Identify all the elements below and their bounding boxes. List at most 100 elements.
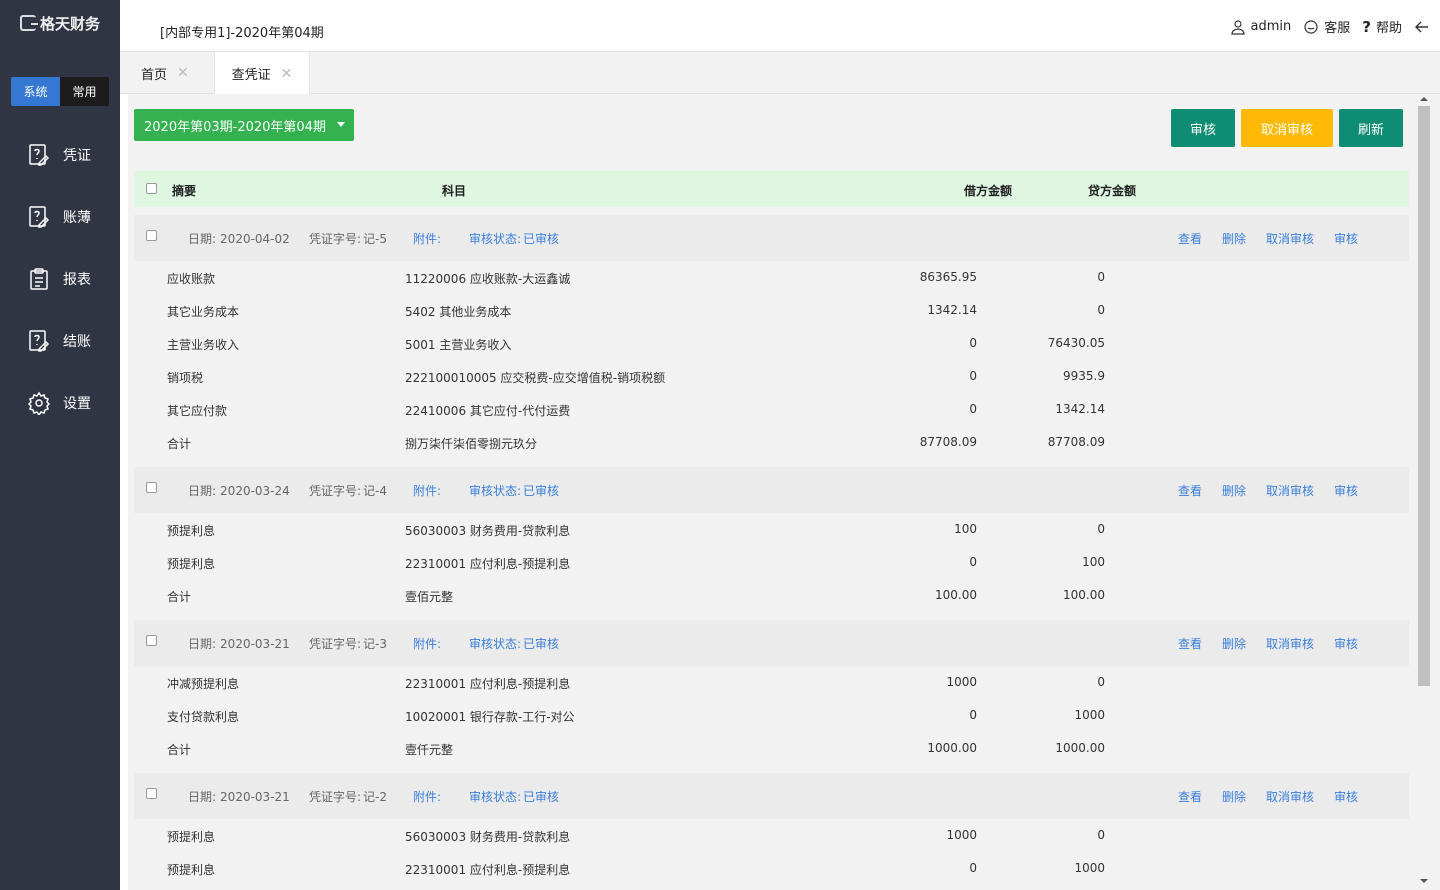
app-logo[interactable]: 格天财务	[20, 12, 100, 34]
entry-debit: 1342.14	[927, 303, 977, 317]
voucher-checkbox[interactable]	[146, 482, 157, 493]
delete-link[interactable]: 删除	[1222, 230, 1246, 247]
tab-view-voucher[interactable]: 查凭证 ✕	[214, 52, 310, 95]
table-row: 销项税 222100010005 应交税费-应交增值税-销项税额 0 9935.9	[134, 360, 1409, 393]
entry-credit: 76430.05	[1047, 336, 1105, 350]
unaudit-link[interactable]: 取消审核	[1266, 635, 1314, 652]
entry-debit: 100.00	[935, 588, 977, 602]
view-link[interactable]: 查看	[1178, 788, 1202, 805]
voucher-header: 日期: 2020-03-24 凭证字号: 记-4 附件: 审核状态: 已审核 查看 删除 取消审核…	[134, 459, 1409, 513]
scroll-up-icon[interactable]	[1420, 97, 1428, 101]
mode-system-button[interactable]: 系统	[11, 77, 60, 106]
delete-link[interactable]: 删除	[1222, 482, 1246, 499]
customer-service-link[interactable]: 客服	[1303, 17, 1350, 36]
unaudit-link[interactable]: 取消审核	[1266, 230, 1314, 247]
mode-common-button[interactable]: 常用	[60, 77, 109, 106]
attachment-link[interactable]: 附件:	[413, 230, 441, 247]
date-label: 日期:	[188, 637, 217, 651]
entry-subject: 壹佰元整	[405, 590, 454, 604]
attachment-link[interactable]: 附件:	[413, 788, 441, 805]
delete-link[interactable]: 删除	[1222, 788, 1246, 805]
select-all-checkbox[interactable]	[146, 183, 157, 194]
col-subject: 科目	[442, 184, 467, 198]
attachment-link[interactable]: 附件:	[413, 482, 441, 499]
period-select[interactable]: 2020年第03期-2020年第04期	[134, 109, 354, 141]
entry-debit: 0	[969, 336, 977, 350]
voucher-header: 日期: 2020-04-02 凭证字号: 记-5 附件: 审核状态: 已审核 查看 删除 取消审核…	[134, 207, 1409, 261]
refresh-button[interactable]: 刷新	[1339, 109, 1403, 147]
main-content: 2020年第03期-2020年第04期 审核 取消审核 刷新 摘要 科目 借方金…	[128, 94, 1416, 890]
audit-link[interactable]: 审核	[1334, 230, 1358, 247]
date-value: 2020-03-21	[220, 637, 290, 651]
unaudit-button[interactable]: 取消审核	[1241, 109, 1333, 147]
audit-status: 审核状态: 已审核	[469, 635, 559, 652]
view-link[interactable]: 查看	[1178, 635, 1202, 652]
view-link[interactable]: 查看	[1178, 482, 1202, 499]
entry-subject: 5001 主营业务收入	[405, 338, 512, 352]
close-icon[interactable]: ✕	[281, 66, 293, 82]
delete-link[interactable]: 删除	[1222, 635, 1246, 652]
entry-debit: 0	[969, 708, 977, 722]
audit-button[interactable]: 审核	[1171, 109, 1235, 147]
table-row: 应收账款 11220006 应收账款-大运鑫诚 86365.95 0	[134, 261, 1409, 294]
audit-link[interactable]: 审核	[1334, 788, 1358, 805]
entry-summary: 其它业务成本	[167, 305, 240, 319]
sidebar-item-closing[interactable]: 结账	[0, 310, 120, 372]
table-row: 主营业务收入 5001 主营业务收入 0 76430.05	[134, 327, 1409, 360]
attachment-link[interactable]: 附件:	[413, 635, 441, 652]
table-row: 预提利息 56030003 财务费用-贷款利息 100 0	[134, 513, 1409, 546]
sidebar-nav: 凭证 账薄 报表 结账 设置	[0, 124, 120, 434]
table-row: 合计壹仟元整1000.001000.00	[134, 885, 1409, 890]
username: admin	[1250, 19, 1292, 34]
help-link[interactable]: ? 帮助	[1362, 17, 1402, 37]
voucher-checkbox[interactable]	[146, 230, 157, 241]
tab-label: 首页	[141, 67, 168, 83]
audit-status-value: 已审核	[523, 484, 560, 498]
view-link[interactable]: 查看	[1178, 230, 1202, 247]
close-icon[interactable]: ✕	[177, 65, 189, 81]
col-debit: 借方金额	[964, 184, 1013, 198]
audit-link[interactable]: 审核	[1334, 635, 1358, 652]
sidebar-item-voucher[interactable]: 凭证	[0, 124, 120, 186]
date-label: 日期:	[188, 790, 217, 804]
entry-subject: 56030003 财务费用-贷款利息	[405, 524, 571, 538]
entry-subject: 5402 其他业务成本	[405, 305, 512, 319]
voucher-number-value: 记-3	[363, 637, 388, 651]
tab-bar: 首页 ✕ 查凭证 ✕	[120, 52, 1440, 95]
date-label: 日期:	[188, 484, 217, 498]
sidebar-item-ledger[interactable]: 账薄	[0, 186, 120, 248]
sidebar-item-label: 设置	[63, 396, 91, 412]
entry-summary: 预提利息	[167, 830, 216, 844]
sidebar-item-settings[interactable]: 设置	[0, 372, 120, 434]
table-row: 合计壹仟元整1000.001000.00	[134, 732, 1409, 765]
audit-status-label: 审核状态:	[469, 232, 522, 246]
back-button[interactable]	[1414, 19, 1430, 35]
table-row: 冲减预提利息 22310001 应付利息-预提利息 1000 0	[134, 666, 1409, 699]
table-row: 其它应付款 22410006 其它应付-代付运费 0 1342.14	[134, 393, 1409, 426]
settings-icon	[27, 391, 51, 415]
voucher-checkbox[interactable]	[146, 788, 157, 799]
voucher-date: 日期: 2020-03-21	[188, 788, 290, 805]
sidebar-item-report[interactable]: 报表	[0, 248, 120, 310]
entry-credit: 0	[1097, 828, 1105, 842]
entry-summary: 预提利息	[167, 557, 216, 571]
scroll-down-icon[interactable]	[1420, 879, 1428, 883]
user-menu[interactable]: admin	[1230, 19, 1292, 35]
audit-status-value: 已审核	[523, 790, 560, 804]
entry-credit: 87708.09	[1047, 435, 1105, 449]
table-row: 预提利息 22310001 应付利息-预提利息 0 1000	[134, 852, 1409, 885]
entry-debit: 100	[954, 522, 977, 536]
unaudit-link[interactable]: 取消审核	[1266, 482, 1314, 499]
voucher-checkbox[interactable]	[146, 635, 157, 646]
tab-home[interactable]: 首页 ✕	[141, 52, 189, 94]
entry-debit: 1000	[946, 828, 977, 842]
voucher-number-value: 记-5	[363, 232, 388, 246]
sidebar-item-label: 报表	[63, 272, 91, 288]
audit-link[interactable]: 审核	[1334, 482, 1358, 499]
unaudit-link[interactable]: 取消审核	[1266, 788, 1314, 805]
table-row: 合计 壹佰元整 100.00 100.00	[134, 579, 1409, 612]
voucher-number-label: 凭证字号:	[309, 637, 362, 651]
scrollbar-thumb[interactable]	[1418, 106, 1430, 686]
entry-subject: 56030003 财务费用-贷款利息	[405, 830, 571, 844]
arrow-left-icon	[1415, 21, 1428, 32]
